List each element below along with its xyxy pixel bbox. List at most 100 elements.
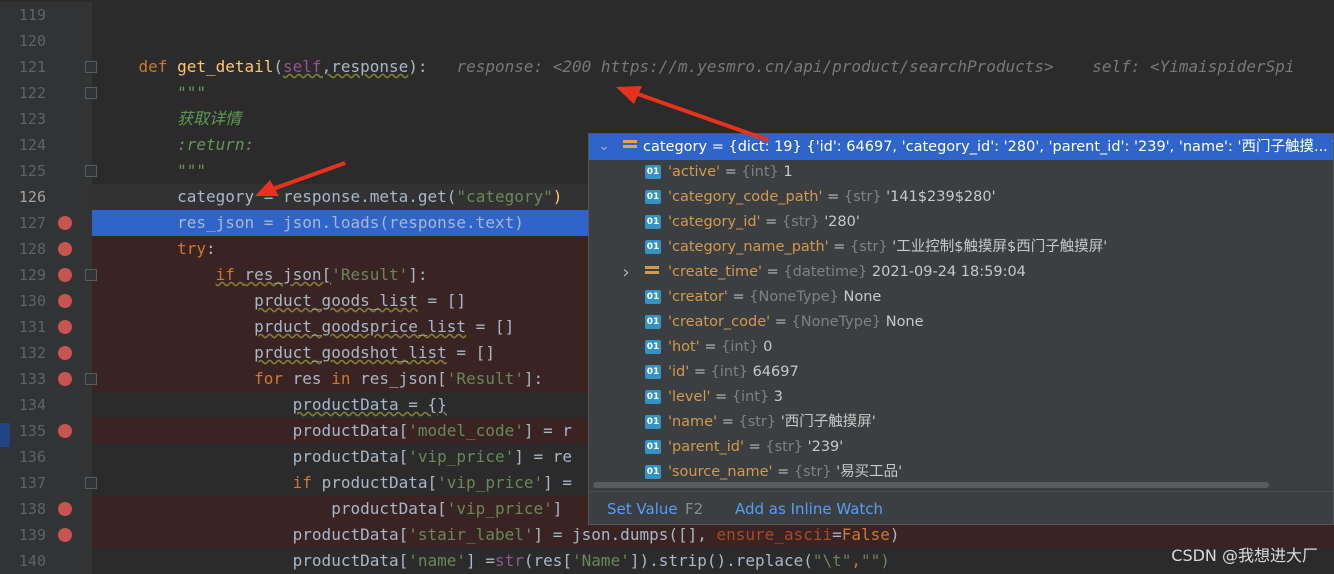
variable-row[interactable]: 01 'active' = {int} 1 — [589, 160, 1333, 185]
breakpoint-icon[interactable] — [58, 372, 72, 386]
breakpoint-icon[interactable] — [58, 216, 72, 230]
fold-marker-icon[interactable] — [85, 269, 97, 281]
gutter[interactable]: 135 — [0, 418, 92, 444]
variable-row[interactable]: › 'create_time' = {datetime} 2021-09-24 1… — [589, 260, 1333, 285]
code-text: if productData['vip_price'] = — [100, 470, 572, 496]
breakpoint-icon[interactable] — [58, 502, 72, 516]
breakpoint-icon[interactable] — [58, 320, 72, 334]
breakpoint-icon[interactable] — [58, 528, 72, 542]
breakpoint-icon[interactable] — [58, 268, 72, 282]
variable-row[interactable]: 01 'category_id' = {str} '280' — [589, 210, 1333, 235]
scrollbar-thumb[interactable] — [593, 482, 1269, 488]
code-token: ]: — [408, 265, 428, 284]
code-token: 'model_code' — [408, 421, 524, 440]
variable-row[interactable]: 01 'category_name_path' = {str} '工业控制$触摸屏… — [589, 235, 1333, 260]
line-number: 137 — [18, 474, 46, 492]
gutter[interactable]: 120 — [0, 28, 92, 54]
code-token: ) — [889, 525, 900, 544]
line-number: 120 — [18, 32, 46, 50]
code-line[interactable]: 139 productData['stair_label'] = json.du… — [0, 522, 1334, 548]
set-value-link[interactable]: Set Value — [607, 492, 678, 524]
variable-row[interactable]: 01 'creator_code' = {NoneType} None — [589, 310, 1333, 335]
gutter[interactable]: 119 — [0, 2, 92, 28]
gutter[interactable]: 139 — [0, 522, 92, 548]
code-line[interactable]: 122 """ — [0, 80, 1334, 106]
code-line[interactable]: 121 def get_detail(self,response): respo… — [0, 54, 1334, 80]
gutter[interactable]: 125 — [0, 158, 97, 184]
line-number: 125 — [18, 162, 46, 180]
chevron-down-icon[interactable]: ⌄ — [597, 134, 611, 159]
primitive-icon: 01 — [645, 240, 661, 254]
fold-marker-icon[interactable] — [85, 477, 97, 489]
gutter[interactable]: 136 — [0, 444, 92, 470]
code-token: productData[ — [100, 525, 409, 544]
breakpoint-icon[interactable] — [58, 294, 72, 308]
gutter[interactable]: 123 — [0, 106, 92, 132]
variable-type: {int} — [741, 164, 779, 180]
breakpoint-icon[interactable] — [58, 424, 72, 438]
fold-marker-icon[interactable] — [85, 373, 97, 385]
variable-row[interactable]: 01 'creator' = {NoneType} None — [589, 285, 1333, 310]
variable-row[interactable]: 01 'category_code_path' = {str} '141$239$… — [589, 185, 1333, 210]
breakpoint-icon[interactable] — [58, 346, 72, 360]
equals-sign: = — [822, 189, 844, 205]
variable-row[interactable]: 01 'hot' = {int} 0 — [589, 335, 1333, 360]
set-value-shortcut: F2 — [685, 500, 704, 518]
code-line[interactable]: 120 — [0, 28, 1334, 54]
gutter[interactable]: 131 — [0, 314, 92, 340]
gutter[interactable]: 140 — [0, 548, 92, 574]
gutter[interactable]: 132 — [0, 340, 92, 366]
code-token: = [] — [446, 343, 495, 362]
code-line[interactable]: 140 productData['name'] =str(res['Name']… — [0, 548, 1334, 574]
code-text: prduct_goodsprice_list = [] — [100, 314, 514, 340]
variable-key: 'name' — [668, 414, 718, 430]
gutter[interactable]: 126 — [0, 184, 92, 210]
code-text: productData['stair_label'] = json.dumps(… — [100, 522, 900, 548]
variable-text: 'hot' = {int} 0 — [668, 335, 772, 360]
fold-marker-icon[interactable] — [85, 61, 97, 73]
gutter[interactable]: 124 — [0, 132, 92, 158]
gutter[interactable]: 122 — [0, 80, 97, 106]
popup-header-row[interactable]: ⌄ category = {dict: 19} {'id': 64697, 'c… — [589, 134, 1333, 160]
gutter[interactable]: 134 — [0, 392, 92, 418]
fold-marker-icon[interactable] — [85, 165, 97, 177]
code-line[interactable]: 119 — [0, 2, 1334, 28]
gutter[interactable]: 130 — [0, 288, 92, 314]
gutter[interactable]: 127 — [0, 210, 92, 236]
variable-value: '工业控制$触摸屏$西门子触摸屏' — [892, 239, 1108, 255]
gutter[interactable]: 137 — [0, 470, 97, 496]
variable-value: 64697 — [752, 364, 799, 380]
gutter[interactable]: 129 — [0, 262, 97, 288]
variable-row[interactable]: 01 'id' = {int} 64697 — [589, 360, 1333, 385]
code-token: (res[ — [523, 551, 573, 570]
variable-row[interactable]: 01 'level' = {int} 3 — [589, 385, 1333, 410]
variable-row[interactable]: 01 'name' = {str} '西门子触摸屏' — [589, 410, 1333, 435]
gutter[interactable]: 121 — [0, 54, 97, 80]
code-token: 'vip_price' — [437, 473, 544, 492]
code-token: """ — [177, 83, 206, 102]
code-text: productData['vip_price'] = re — [100, 444, 572, 470]
breakpoint-icon[interactable] — [58, 242, 72, 256]
code-token: , — [851, 551, 862, 570]
code-line[interactable]: 123 获取详情 — [0, 106, 1334, 132]
gutter[interactable]: 133 — [0, 366, 97, 392]
chevron-right-icon[interactable]: › — [619, 260, 633, 285]
code-text: """ — [100, 158, 206, 184]
code-token: 'name' — [408, 551, 467, 570]
add-inline-watch-link[interactable]: Add as Inline Watch — [735, 492, 883, 524]
debug-value-popup[interactable]: ⌄ category = {dict: 19} {'id': 64697, 'c… — [588, 133, 1334, 525]
variable-row[interactable]: 01 'parent_id' = {str} '239' — [589, 435, 1333, 460]
code-token: "") — [861, 551, 890, 570]
gutter[interactable]: 128 — [0, 236, 92, 262]
variable-type: {int} — [731, 389, 770, 405]
gutter[interactable]: 138 — [0, 496, 92, 522]
variable-text: 'parent_id' = {str} '239' — [668, 435, 843, 460]
horizontal-scrollbar[interactable] — [589, 480, 1333, 490]
code-token: = — [832, 525, 842, 544]
fold-marker-icon[interactable] — [85, 87, 97, 99]
